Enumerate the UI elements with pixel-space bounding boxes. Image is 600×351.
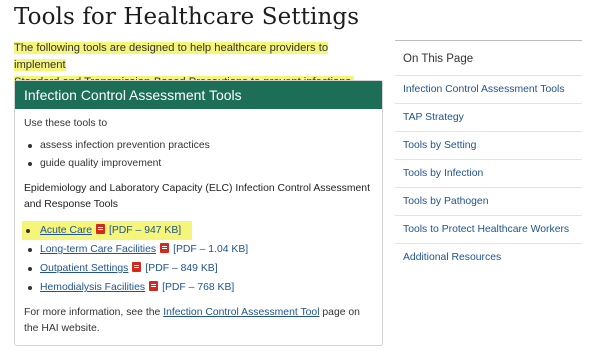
file-size: [PDF – 768 KB] <box>162 282 235 293</box>
more-info-text: For more information, see the Infection … <box>24 305 373 337</box>
file-size: [PDF – 1.04 KB] <box>173 244 249 255</box>
on-this-page-nav: On This Page Infection Control Assessmen… <box>395 40 582 271</box>
toc-title: On This Page <box>403 53 474 65</box>
file-size: [PDF – 849 KB] <box>145 263 218 274</box>
more-info-prefix: For more information, see the <box>24 307 161 318</box>
pdf-icon <box>95 224 105 234</box>
toc-item-tap-strategy[interactable]: TAP Strategy <box>395 103 582 131</box>
subhead-line-1: Epidemiology and Laboratory Capacity (EL… <box>24 183 370 194</box>
list-item: assess infection prevention practices <box>24 137 373 155</box>
toc-item-additional-resources[interactable]: Additional Resources <box>395 243 582 271</box>
use-text: Use these tools to <box>24 118 108 129</box>
more-info-line-2: the HAI website. <box>24 323 100 334</box>
toc-item-tools-by-infection[interactable]: Tools by Infection <box>395 159 582 187</box>
list-item: Outpatient Settings [PDF – 849 KB] <box>24 259 373 278</box>
toc-item-tools-to-protect-healthcare-workers[interactable]: Tools to Protect Healthcare Workers <box>395 215 582 243</box>
toc-item-tools-by-pathogen[interactable]: Tools by Pathogen <box>395 187 582 215</box>
purpose-list: assess infection prevention practices gu… <box>24 137 373 173</box>
more-info-suffix: page on <box>322 307 360 318</box>
list-item: Long-term Care Facilities [PDF – 1.04 KB] <box>24 240 373 259</box>
toc-item-tools-by-setting[interactable]: Tools by Setting <box>395 131 582 159</box>
list-item: Hemodialysis Facilities [PDF – 768 KB] <box>24 278 373 297</box>
page-title: Tools for Healthcare Settings <box>14 4 360 30</box>
elc-subheading: Epidemiology and Laboratory Capacity (EL… <box>24 181 373 213</box>
pdf-icon <box>160 243 170 253</box>
subhead-line-2: and Response Tools <box>24 199 118 210</box>
outpatient-settings-link[interactable]: Outpatient Settings <box>40 263 128 274</box>
hemodialysis-facilities-link[interactable]: Hemodialysis Facilities <box>40 282 145 293</box>
long-term-care-link[interactable]: Long-term Care Facilities <box>40 244 156 255</box>
list-item: Acute Care [PDF – 947 KB] <box>22 221 192 240</box>
assessment-tool-link[interactable]: Infection Control Assessment Tool <box>163 307 319 318</box>
intro-line-1: The following tools are designed to help… <box>14 42 329 71</box>
card-header: Infection Control Assessment Tools <box>15 81 382 109</box>
file-size: [PDF – 947 KB] <box>108 225 182 236</box>
toc-item-infection-control-assessment-tools[interactable]: Infection Control Assessment Tools <box>395 75 582 103</box>
infection-control-card: Infection Control Assessment Tools Use t… <box>14 80 383 346</box>
tool-links-list: Acute Care [PDF – 947 KB] Long-term Care … <box>22 221 373 297</box>
pdf-icon <box>149 281 159 291</box>
pdf-icon <box>132 262 142 272</box>
acute-care-link[interactable]: Acute Care <box>40 225 92 236</box>
list-item: guide quality improvement <box>24 155 373 173</box>
card-body: Use these tools to assess infection prev… <box>15 109 382 337</box>
